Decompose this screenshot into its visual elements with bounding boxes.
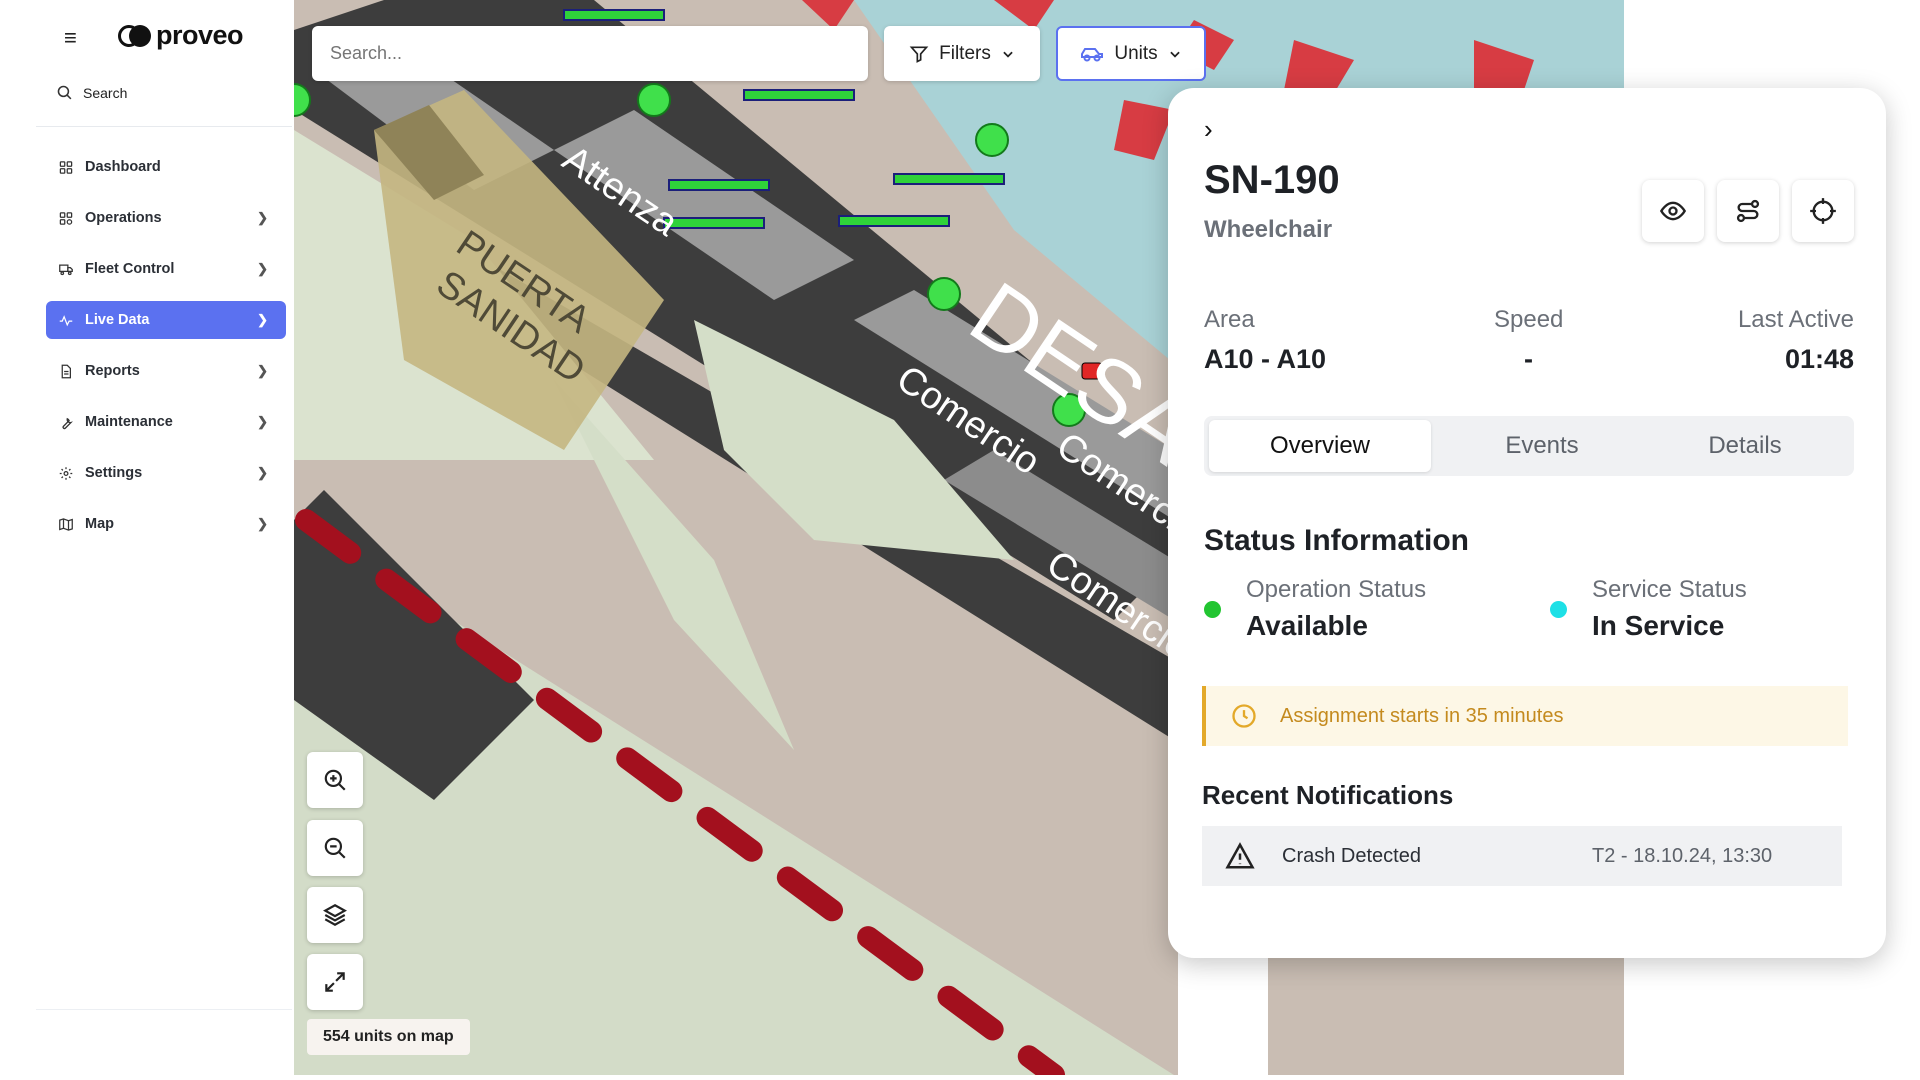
sidebar-divider — [36, 126, 292, 127]
sidebar-item-label: Dashboard — [85, 159, 161, 175]
activity-icon — [59, 314, 73, 326]
service-status-value: In Service — [1592, 610, 1725, 641]
filter-icon — [909, 46, 929, 63]
service-status-label: Service Status — [1592, 576, 1747, 603]
last-active-label: Last Active — [1737, 306, 1854, 333]
locate-button[interactable] — [1792, 180, 1854, 242]
service-status-dot — [1550, 601, 1567, 618]
sidebar-item-label: Operations — [85, 210, 162, 226]
zoom-in-icon — [324, 769, 346, 791]
brand-name: proveo — [156, 20, 244, 50]
sidebar-item-map[interactable]: Map ❯ — [46, 505, 286, 543]
sidebar-item-label: Settings — [85, 465, 143, 481]
sidebar-item-operations[interactable]: Operations ❯ — [46, 199, 286, 237]
zoom-in-button[interactable] — [307, 752, 363, 808]
route-button[interactable] — [1717, 180, 1779, 242]
car-icon — [1081, 47, 1104, 61]
units-button[interactable]: Units — [1056, 26, 1206, 81]
last-active-value: 01:48 — [1784, 344, 1854, 374]
sidebar-search[interactable]: Search — [56, 84, 127, 101]
layers-icon — [323, 904, 347, 926]
sidebar-item-dashboard[interactable]: Dashboard — [46, 148, 286, 186]
sidebar-item-settings[interactable]: Settings ❯ — [46, 454, 286, 492]
sidebar-search-label: Search — [83, 84, 128, 101]
area-value: A10 - A10 — [1204, 344, 1327, 374]
tab-events[interactable]: Events — [1431, 420, 1653, 472]
sidebar-item-fleet-control[interactable]: Fleet Control ❯ — [46, 250, 286, 288]
unit-type: Wheelchair — [1204, 216, 1333, 243]
chevron-right-icon: ❯ — [257, 516, 268, 531]
crosshair-icon — [1810, 198, 1836, 224]
chevron-right-icon: ❯ — [257, 363, 268, 378]
notifications-title: Recent Notifications — [1202, 780, 1454, 810]
brand-logo: proveo — [118, 20, 244, 51]
clock-icon — [1232, 704, 1256, 728]
notification-title: Crash Detected — [1282, 844, 1421, 867]
sidebar-item-reports[interactable]: Reports ❯ — [46, 352, 286, 390]
filters-label: Filters — [939, 42, 991, 64]
document-icon — [61, 364, 71, 378]
wrench-icon — [62, 417, 73, 429]
units-label: Units — [1114, 42, 1158, 64]
operations-icon — [59, 211, 73, 225]
assignment-notice: Assignment starts in 35 minutes — [1202, 686, 1848, 746]
chevron-right-icon: ❯ — [257, 414, 268, 429]
chevron-right-icon: ❯ — [257, 210, 268, 225]
eye-icon — [1659, 201, 1687, 221]
sidebar-item-label: Maintenance — [85, 414, 173, 430]
unit-tabs: Overview Events Details — [1204, 416, 1854, 476]
unit-id: SN-190 — [1204, 158, 1340, 202]
collapse-panel-icon[interactable]: › — [1204, 116, 1213, 142]
sidebar-item-live-data[interactable]: Live Data ❯ — [46, 301, 286, 339]
route-icon — [1736, 199, 1760, 223]
assignment-notice-text: Assignment starts in 35 minutes — [1280, 704, 1564, 727]
notification-item[interactable]: Crash Detected T2 - 18.10.24, 13:30 — [1202, 826, 1842, 886]
layers-button[interactable] — [307, 887, 363, 943]
filters-button[interactable]: Filters — [884, 26, 1040, 81]
sidebar-item-label: Reports — [85, 363, 140, 379]
area-label: Area — [1204, 306, 1255, 333]
operation-status-dot — [1204, 601, 1221, 618]
operation-status-label: Operation Status — [1246, 576, 1427, 603]
sidebar-item-label: Live Data — [85, 312, 150, 328]
chevron-down-icon — [1003, 51, 1013, 58]
speed-label: Speed — [1494, 306, 1564, 333]
logo-mark — [118, 24, 154, 48]
sidebar-item-label: Fleet Control — [85, 261, 175, 277]
tab-details[interactable]: Details — [1634, 420, 1856, 472]
chevron-right-icon: ❯ — [257, 261, 268, 276]
dashboard-icon — [59, 160, 73, 174]
sidebar-nav: Dashboard Operations ❯ Fleet Control ❯ L… — [46, 148, 286, 556]
gear-icon — [59, 466, 73, 480]
search-icon — [57, 85, 72, 100]
sidebar: ≡ proveo Search Dashboard Operations ❯ F… — [0, 0, 292, 1080]
sidebar-item-label: Map — [85, 516, 114, 532]
chevron-down-icon — [1169, 51, 1180, 58]
speed-value: - — [1524, 344, 1533, 374]
sidebar-item-maintenance[interactable]: Maintenance ❯ — [46, 403, 286, 441]
zoom-out-icon — [324, 837, 346, 859]
units-count-badge: 554 units on map — [307, 1019, 470, 1055]
fullscreen-icon — [325, 972, 345, 992]
zoom-out-button[interactable] — [307, 820, 363, 876]
chevron-right-icon: ❯ — [257, 312, 268, 327]
view-button[interactable] — [1642, 180, 1704, 242]
notification-meta: T2 - 18.10.24, 13:30 — [1592, 844, 1773, 867]
operation-status-value: Available — [1246, 610, 1368, 641]
unit-detail-panel: › SN-190 Wheelchair Area A10 - A10 Speed… — [1168, 88, 1886, 958]
map-search-input[interactable] — [330, 43, 868, 64]
tab-overview[interactable]: Overview — [1209, 420, 1431, 472]
fullscreen-button[interactable] — [307, 954, 363, 1010]
map-icon — [59, 517, 73, 531]
chevron-right-icon: ❯ — [257, 465, 268, 480]
truck-icon — [59, 264, 73, 275]
status-section-title: Status Information — [1204, 524, 1470, 557]
warning-icon — [1225, 842, 1255, 869]
map-search-box[interactable] — [312, 26, 868, 81]
hamburger-icon[interactable]: ≡ — [64, 27, 77, 49]
